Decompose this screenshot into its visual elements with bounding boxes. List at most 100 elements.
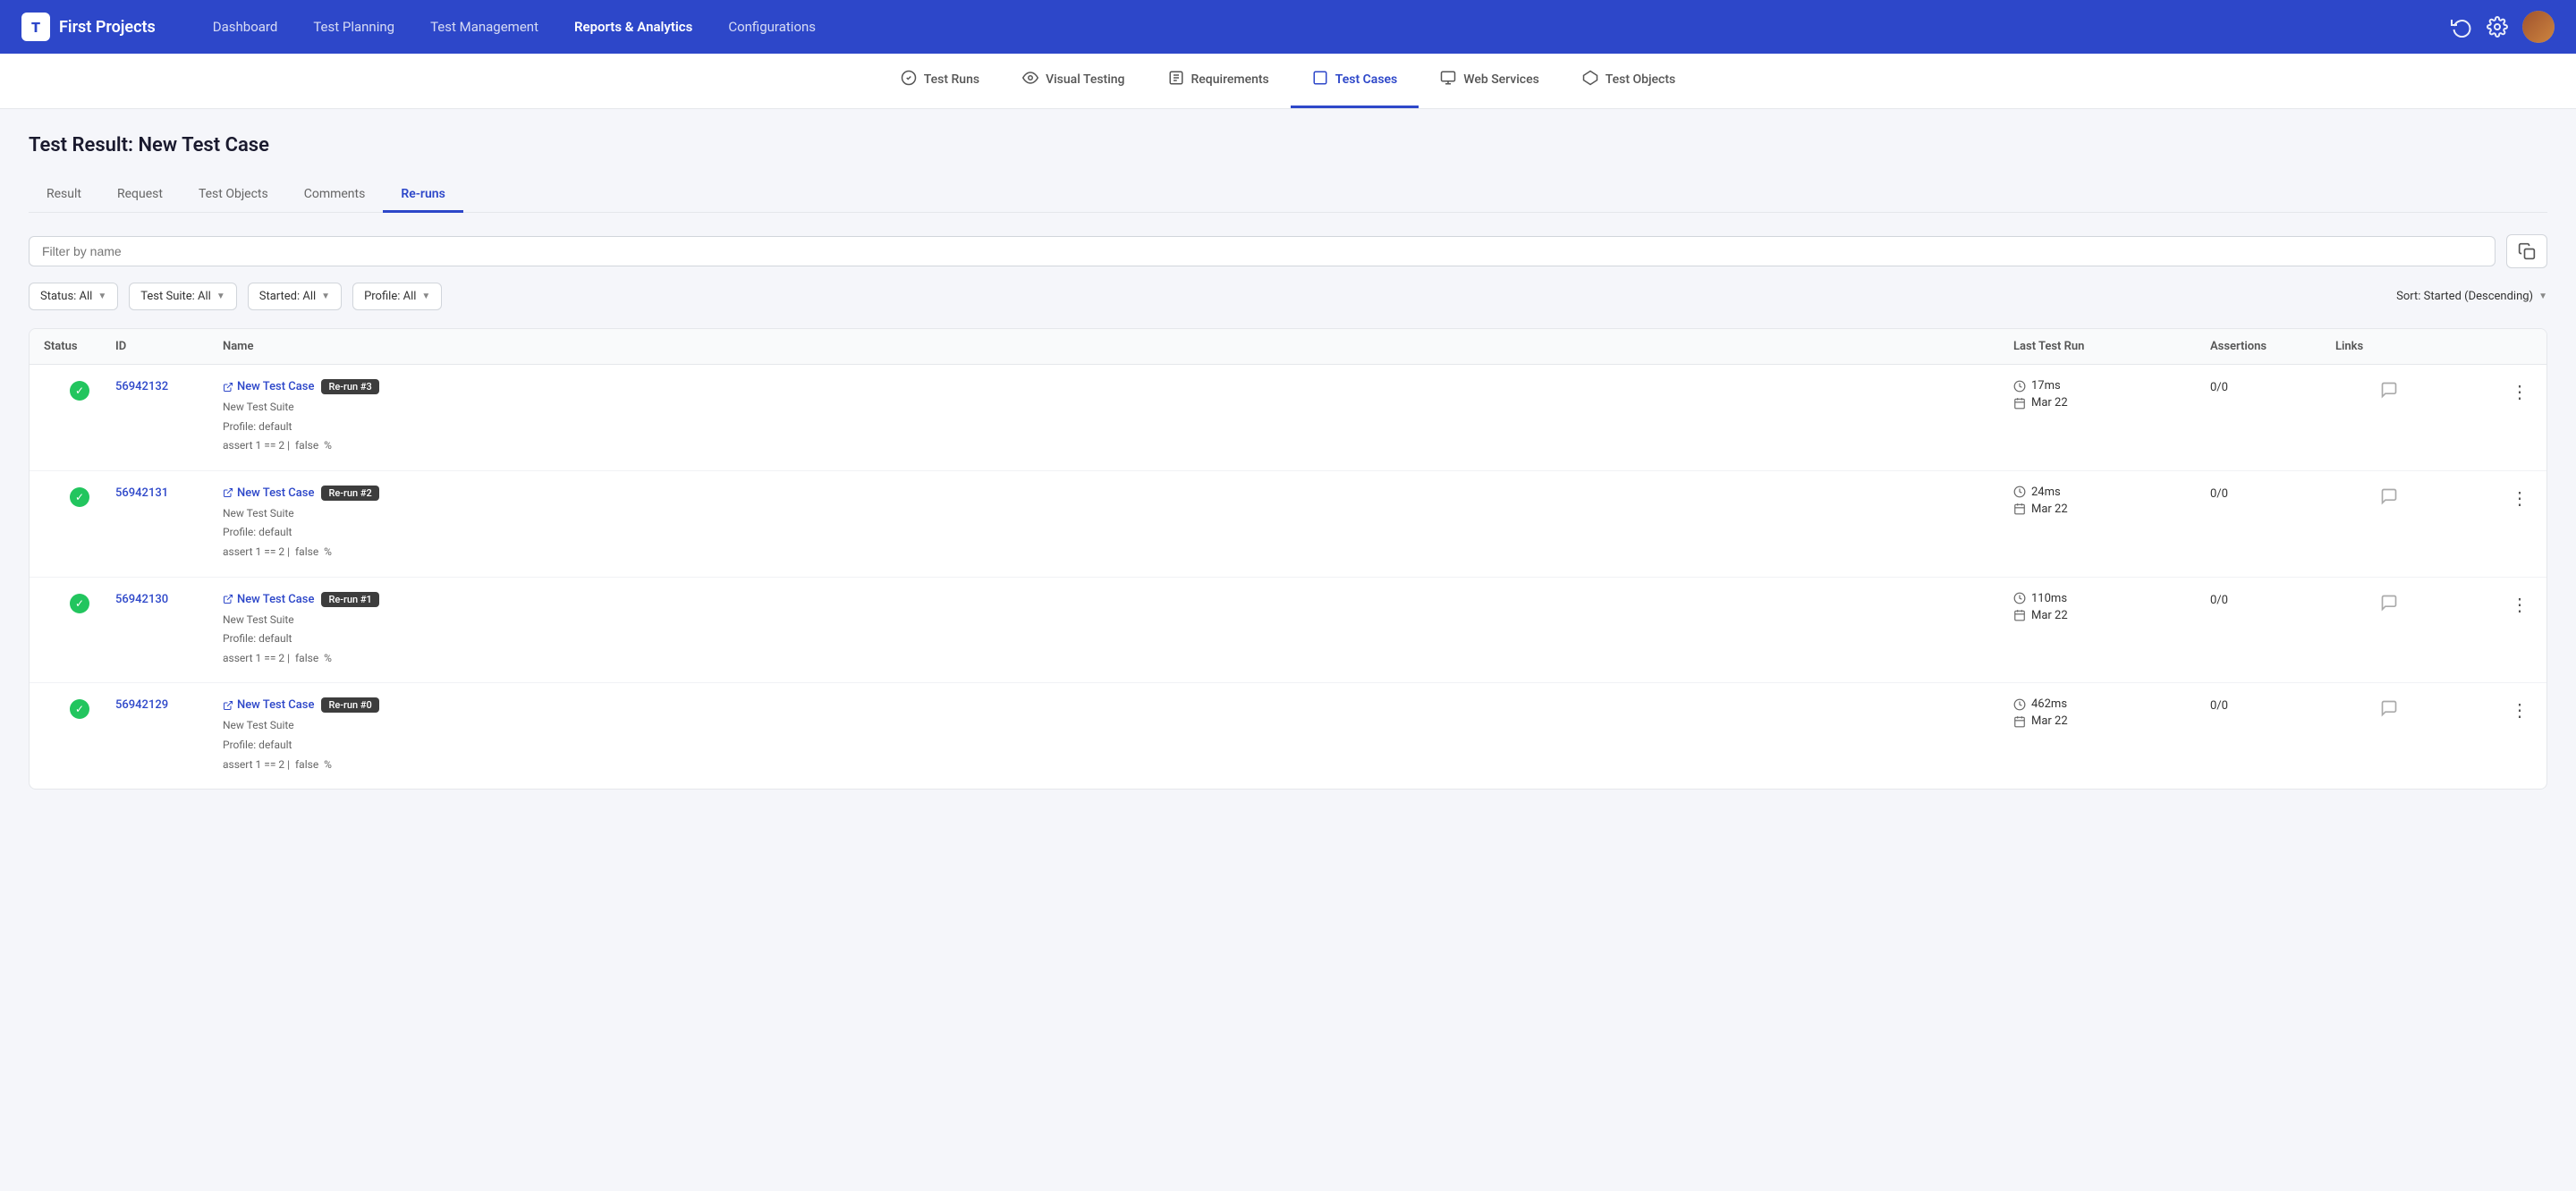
comment-icon-3[interactable]: [2380, 594, 2398, 616]
status-cell-1: ✓: [44, 379, 115, 401]
col-id: ID: [115, 340, 223, 353]
search-input[interactable]: [42, 244, 2482, 258]
kebab-button-1[interactable]: ⋮: [2507, 381, 2532, 403]
actions-cell-4: ⋮: [2496, 697, 2532, 722]
last-run-date-4: Mar 22: [2013, 714, 2210, 728]
comment-icon-4[interactable]: [2380, 699, 2398, 722]
kebab-button-2[interactable]: ⋮: [2507, 487, 2532, 510]
rerun-badge-1: Re-run #3: [321, 379, 378, 394]
table-header: Status ID Name Last Test Run Assertions …: [30, 329, 2546, 365]
history-icon: [2451, 16, 2472, 38]
id-link-3[interactable]: 56942130: [115, 591, 168, 606]
last-run-cell-4: 462ms Mar 22: [2013, 697, 2210, 728]
table-row: ✓ 56942130 New Test Case Re-run #1 New T…: [30, 578, 2546, 684]
profile-filter-chevron: ▼: [421, 291, 430, 301]
name-cell-2: New Test Case Re-run #2 New Test SuitePr…: [223, 486, 2013, 562]
subnav-web-services[interactable]: Web Services: [1419, 54, 1561, 108]
profile-filter[interactable]: Profile: All ▼: [352, 283, 442, 310]
name-sub-1: New Test SuiteProfile: defaultassert 1 =…: [223, 398, 2013, 456]
run-date-value-4: Mar 22: [2031, 714, 2068, 728]
external-link-icon-2: [223, 487, 233, 498]
name-link-2[interactable]: New Test Case: [223, 486, 314, 500]
name-link-1[interactable]: New Test Case: [223, 380, 314, 393]
settings-icon-button[interactable]: [2487, 16, 2508, 38]
comment-icon-2[interactable]: [2380, 487, 2398, 510]
name-cell-3: New Test Case Re-run #1 New Test SuitePr…: [223, 592, 2013, 669]
visual-testing-icon: [1022, 70, 1038, 89]
gear-icon: [2487, 16, 2508, 38]
status-pass-icon-3: ✓: [70, 594, 89, 613]
started-filter-label: Started: All: [259, 290, 316, 303]
name-link-4[interactable]: New Test Case: [223, 698, 314, 712]
subnav-visual-testing-label: Visual Testing: [1046, 72, 1124, 87]
id-link-2[interactable]: 56942131: [115, 485, 168, 500]
name-sub-2: New Test SuiteProfile: defaultassert 1 =…: [223, 504, 2013, 562]
subnav-test-objects[interactable]: Test Objects: [1561, 54, 1697, 108]
comment-icon-1[interactable]: [2380, 381, 2398, 403]
history-icon-button[interactable]: [2451, 16, 2472, 38]
nav-reports-analytics[interactable]: Reports & Analytics: [560, 12, 707, 42]
nav-right: [2451, 11, 2555, 43]
tab-reruns[interactable]: Re-runs: [383, 178, 462, 213]
status-filter[interactable]: Status: All ▼: [29, 283, 118, 310]
id-link-1[interactable]: 56942132: [115, 378, 168, 393]
requirements-icon: [1168, 70, 1184, 89]
last-run-cell-1: 17ms Mar 22: [2013, 379, 2210, 410]
last-run-date-1: Mar 22: [2013, 396, 2210, 410]
search-box[interactable]: [29, 236, 2496, 266]
brand-icon: T: [21, 13, 50, 41]
external-link-icon-4: [223, 700, 233, 711]
tab-comments[interactable]: Comments: [286, 178, 384, 213]
assertions-cell-1: 0/0: [2210, 379, 2335, 394]
last-run-time-4: 462ms: [2013, 697, 2210, 711]
clock-icon: [2013, 380, 2026, 393]
run-date-value-1: Mar 22: [2031, 396, 2068, 410]
sort-control[interactable]: Sort: Started (Descending) ▼: [2396, 290, 2547, 303]
tab-test-objects[interactable]: Test Objects: [181, 178, 286, 213]
subnav-test-objects-label: Test Objects: [1606, 72, 1675, 87]
name-main-3: New Test Case Re-run #1: [223, 592, 2013, 607]
test-objects-icon: [1582, 70, 1598, 89]
links-cell-1: [2335, 379, 2443, 403]
clock-icon-2: [2013, 486, 2026, 498]
subnav-test-runs[interactable]: Test Runs: [879, 54, 1001, 108]
subnav-test-cases[interactable]: Test Cases: [1291, 54, 1419, 108]
started-filter[interactable]: Started: All ▼: [248, 283, 342, 310]
status-pass-icon-2: ✓: [70, 487, 89, 507]
assertions-cell-4: 0/0: [2210, 697, 2335, 713]
status-cell-4: ✓: [44, 697, 115, 719]
nav-dashboard[interactable]: Dashboard: [199, 12, 292, 42]
rerun-badge-3: Re-run #1: [321, 592, 378, 607]
col-empty1: [2443, 340, 2496, 353]
brand-logo[interactable]: T First Projects: [21, 13, 156, 41]
status-pass-icon-4: ✓: [70, 699, 89, 719]
status-cell-2: ✓: [44, 486, 115, 507]
search-row: [29, 234, 2547, 268]
status-cell-3: ✓: [44, 592, 115, 613]
calendar-icon: [2013, 397, 2026, 410]
col-name: Name: [223, 340, 2013, 353]
copy-button[interactable]: [2506, 234, 2547, 268]
name-link-3[interactable]: New Test Case: [223, 593, 314, 606]
kebab-button-3[interactable]: ⋮: [2507, 594, 2532, 616]
tab-result[interactable]: Result: [29, 178, 99, 213]
run-time-value-4: 462ms: [2031, 697, 2067, 711]
actions-cell-1: ⋮: [2496, 379, 2532, 403]
tab-request[interactable]: Request: [99, 178, 181, 213]
run-date-value-3: Mar 22: [2031, 609, 2068, 622]
nav-test-planning[interactable]: Test Planning: [299, 12, 409, 42]
sort-chevron: ▼: [2538, 291, 2547, 301]
id-link-4[interactable]: 56942129: [115, 697, 168, 712]
nav-configurations[interactable]: Configurations: [714, 12, 830, 42]
table-row: ✓ 56942129 New Test Case Re-run #0 New T…: [30, 683, 2546, 789]
nav-test-management[interactable]: Test Management: [416, 12, 553, 42]
user-avatar[interactable]: [2522, 11, 2555, 43]
subnav-requirements[interactable]: Requirements: [1147, 54, 1291, 108]
test-suite-filter-label: Test Suite: All: [140, 290, 211, 303]
sub-nav: Test Runs Visual Testing Requirements Te…: [0, 54, 2576, 109]
test-suite-filter[interactable]: Test Suite: All ▼: [129, 283, 236, 310]
status-filter-chevron: ▼: [97, 291, 106, 301]
actions-cell-2: ⋮: [2496, 486, 2532, 510]
kebab-button-4[interactable]: ⋮: [2507, 699, 2532, 722]
subnav-visual-testing[interactable]: Visual Testing: [1001, 54, 1146, 108]
